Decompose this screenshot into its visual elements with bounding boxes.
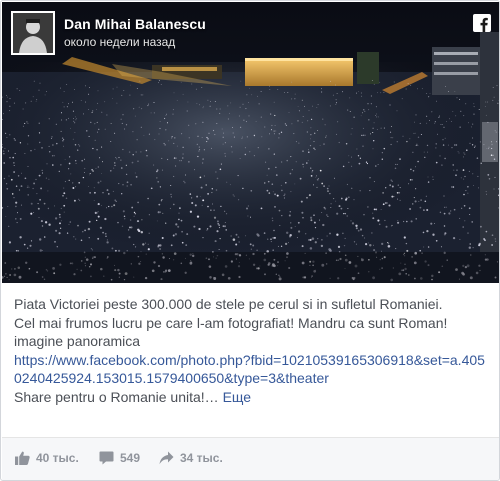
- post-photo[interactable]: Dan Mihai Balanescu около недели назад: [2, 2, 499, 283]
- author-avatar[interactable]: [11, 11, 55, 55]
- thumbs-up-icon: [15, 451, 30, 465]
- post-text-tail: Share pentru o Romanie unita!…: [14, 388, 219, 405]
- author-name[interactable]: Dan Mihai Balanescu: [64, 16, 206, 32]
- see-more-link[interactable]: Еще: [223, 389, 252, 405]
- shares-stat[interactable]: 34 тыс.: [159, 451, 223, 465]
- likes-stat[interactable]: 40 тыс.: [15, 451, 79, 465]
- facebook-post-card: Dan Mihai Balanescu около недели назад P…: [0, 0, 500, 481]
- post-text-line-last: Share pentru o Romanie unita!… Еще: [14, 388, 490, 407]
- shares-count: 34 тыс.: [180, 451, 223, 465]
- comments-count: 549: [120, 451, 141, 465]
- post-text-line: Cel mai frumos lucru pe care l-am fotogr…: [14, 314, 448, 331]
- post-stats-footer: 40 тыс. 549 34 тыс.: [2, 438, 499, 480]
- photo-link[interactable]: https://www.facebook.com/photo.php?fbid=…: [14, 351, 490, 388]
- post-message: Piata Victoriei peste 300.000 de stele p…: [14, 295, 490, 406]
- post-text-line: Piata Victoriei peste 300.000 de stele p…: [14, 296, 443, 312]
- likes-count: 40 тыс.: [36, 451, 79, 465]
- speech-bubble-icon: [99, 451, 114, 465]
- share-arrow-icon: [159, 451, 174, 465]
- comments-stat[interactable]: 549: [99, 451, 140, 465]
- facebook-logo-icon[interactable]: [473, 14, 491, 32]
- post-timestamp[interactable]: около недели назад: [64, 35, 175, 49]
- post-text-line: imagine panoramica: [14, 333, 141, 349]
- avatar-photo: [13, 13, 53, 53]
